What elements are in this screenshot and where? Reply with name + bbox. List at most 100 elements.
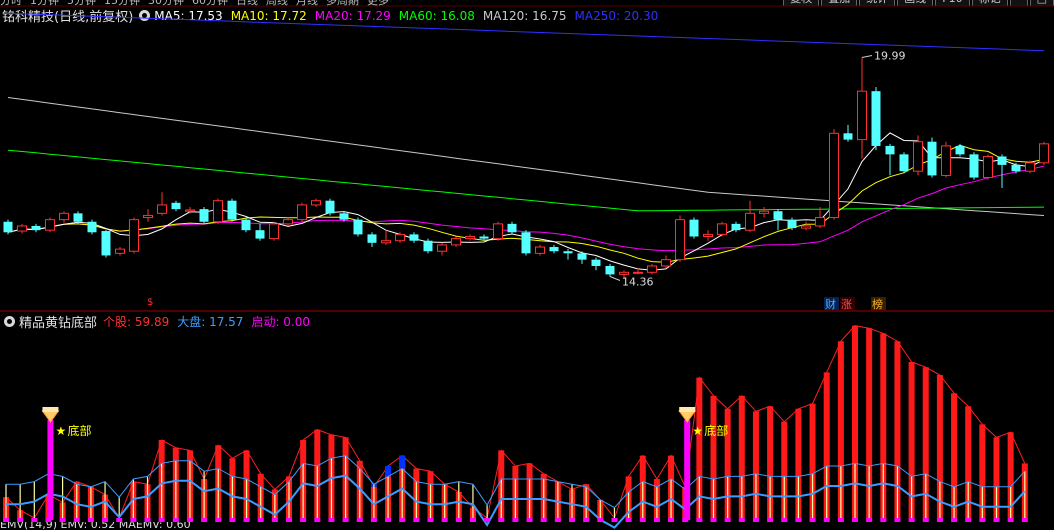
candle-body [843,133,853,140]
baseline-mark [370,518,377,522]
candle-body [325,200,335,214]
diamond-icon-top [679,407,696,412]
baseline-mark [300,518,307,522]
candle-body [269,223,279,240]
baseline-mark [243,518,250,522]
baseline-mark [866,518,873,522]
baseline-mark [469,518,476,522]
rise-badge: 涨 [841,298,852,311]
baseline-mark [271,518,278,522]
candle-body [941,145,951,176]
candle-body [227,200,237,220]
rank-badge: 榜 [872,297,883,311]
candle-body [87,221,97,233]
candle-body [171,202,181,210]
baseline-mark [965,518,972,522]
baseline-mark [625,518,632,522]
baseline-mark [738,518,745,522]
stock-chart-window: 分时1分钟5分钟15分钟30分钟60分钟日线周线月线多周期更多 复权叠加统计画线… [0,0,1054,530]
high-marker [861,54,873,58]
indicator-title[interactable]: 精品黄钻底部 [19,312,97,331]
candle-body [927,141,937,176]
candle-body [1025,162,1035,172]
baseline-mark [611,518,618,522]
candle-body [983,155,993,179]
baseline-mark [484,518,491,522]
candle-body [801,225,811,229]
indicator-header: 精品黄钻底部 个股: 59.89 大盘: 17.57 启动: 0.00 [0,312,318,331]
indicator-value: 大盘: 17.57 [177,315,244,329]
baseline-mark [399,518,406,522]
baseline-mark [229,518,236,522]
baseline-mark [413,518,420,522]
candle-body [339,213,349,220]
baseline-mark [455,518,462,522]
candle-body [213,200,223,223]
candle-body [829,132,839,219]
candle-body [17,225,27,232]
candle-body [535,246,545,254]
candle-body [619,271,629,275]
ma120-line [7,97,1045,216]
baseline-mark [710,518,717,522]
chart-canvas[interactable]: 19.9914.36$ 财涨榜★ 底部 ★ 底部 [0,0,1054,530]
baseline-mark [342,518,349,522]
low-marker [609,276,621,281]
candle-body [493,223,503,240]
candle-body [689,219,699,237]
baseline-mark [257,518,264,522]
high-price-label: 19.99 [874,49,906,62]
baseline-mark [993,518,1000,522]
candle-body [717,223,727,235]
low-price-label: 14.36 [622,276,654,289]
candle-body [311,200,321,206]
baseline-mark [653,518,660,522]
ma250-line [7,12,1045,52]
candle-body [297,204,307,221]
candle-body [465,236,475,240]
baseline-mark [781,518,788,522]
baseline-mark [837,518,844,522]
baseline-mark [852,518,858,522]
candle-body [353,219,363,235]
candle-body [633,271,643,274]
baseline-mark [696,518,703,522]
diamond-icon [41,410,60,423]
candle-body [129,219,139,252]
ma60-line [7,149,1045,212]
indicator-value: 个股: 59.89 [103,315,170,329]
baseline-mark [767,518,774,522]
candle-body [703,233,713,237]
baseline-mark [908,518,915,522]
candle-body [1039,143,1049,164]
baseline-mark [752,518,759,522]
candle-body [451,238,461,246]
candle-body [899,154,909,172]
candle-body [479,236,489,239]
emv-header: EMV(14,9) EMV: 0.52 MAEMV: 0.60 [0,522,191,530]
baseline-mark [922,518,929,522]
candle-body [815,217,825,227]
baseline-mark [569,518,575,522]
baseline-mark [215,518,222,522]
baseline-mark [639,518,646,522]
baseline-mark [583,518,590,522]
candle-body [3,221,13,233]
candle-body [857,90,867,141]
candle-body [101,231,111,256]
baseline-mark [951,518,958,522]
baseline-mark [724,518,731,522]
candle-body [731,223,741,231]
baseline-mark [823,518,830,522]
candle-body [157,204,167,214]
candle-body [591,259,601,266]
indicator-value: 启动: 0.00 [251,315,311,329]
gear-icon[interactable] [4,316,15,327]
candle-body [997,156,1007,165]
candle-body [759,210,769,214]
candle-body [31,225,41,231]
star-icon: ★ [55,424,66,438]
baseline-mark [936,518,943,522]
baseline-mark [526,518,533,522]
candle-body [381,240,391,244]
